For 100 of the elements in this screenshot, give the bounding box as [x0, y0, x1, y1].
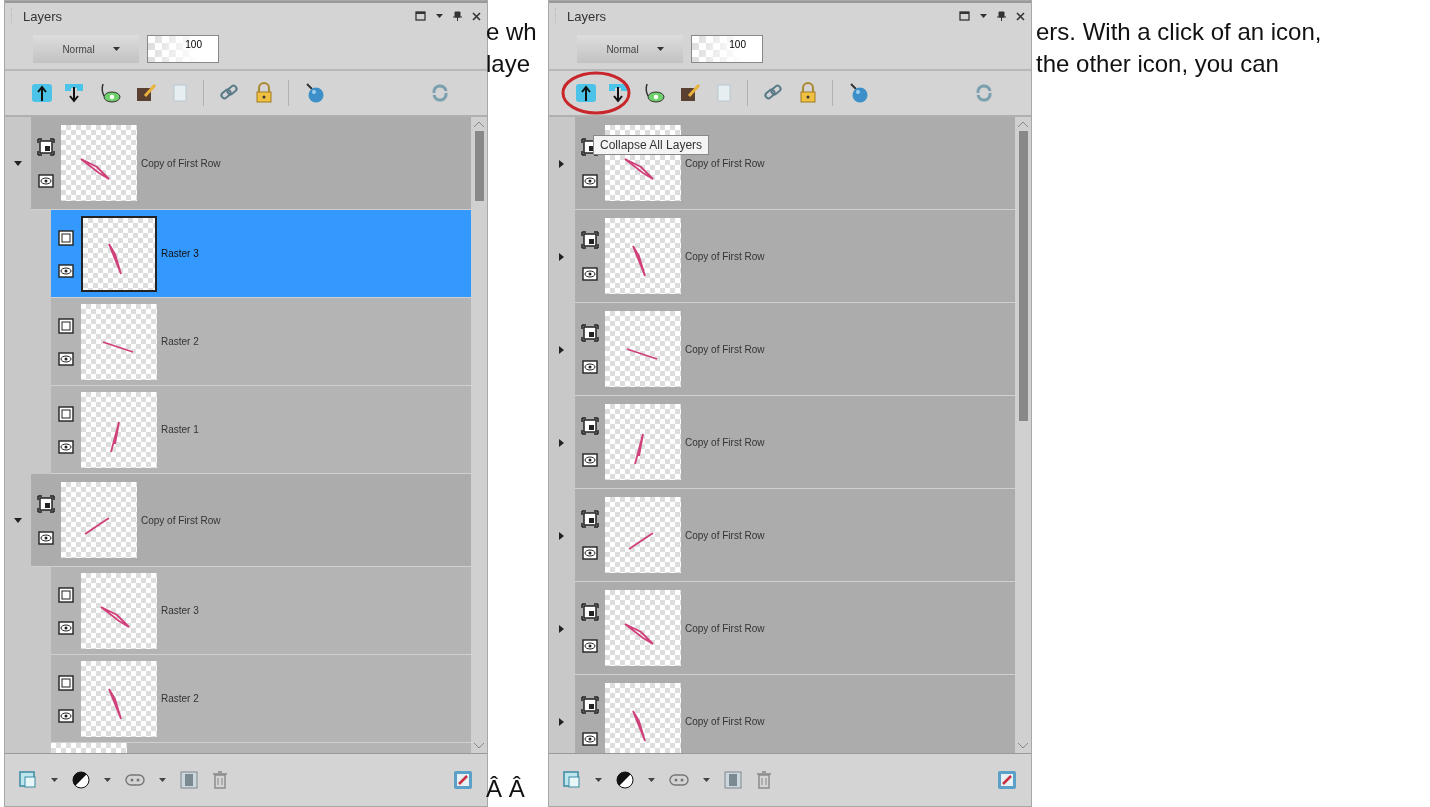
expand-arrow-icon[interactable]	[558, 438, 566, 447]
raster-icon[interactable]	[58, 317, 74, 334]
eye-icon[interactable]	[582, 453, 598, 467]
caret-icon[interactable]	[104, 778, 111, 782]
blend-mode-dropdown[interactable]: Normal	[577, 35, 683, 63]
group-icon[interactable]	[581, 696, 599, 714]
layer-row[interactable]: Copy of First Row	[575, 303, 1015, 396]
eye-icon[interactable]	[582, 639, 598, 653]
opacity-field[interactable]: 100	[691, 35, 763, 63]
brush-icon[interactable]	[679, 82, 701, 104]
tooltip: Collapse All Layers	[593, 135, 710, 155]
body-text: ers. With a click of an icon,	[1036, 18, 1322, 46]
eye-icon[interactable]	[58, 620, 74, 635]
eye-icon[interactable]	[582, 360, 598, 374]
pin-icon[interactable]	[453, 11, 462, 21]
pin-icon[interactable]	[997, 11, 1006, 21]
close-icon[interactable]	[1016, 11, 1025, 21]
eye-icon[interactable]	[582, 546, 598, 560]
caret-icon[interactable]	[648, 778, 655, 782]
panel-title: Layers	[23, 8, 64, 24]
layer-name: Copy of First Row	[685, 622, 765, 634]
scrollbar[interactable]	[471, 117, 487, 753]
caret-icon[interactable]	[595, 778, 602, 782]
caret-icon[interactable]	[112, 47, 120, 51]
ball-icon[interactable]	[303, 82, 325, 104]
caret-icon[interactable]	[436, 13, 443, 19]
layer-row[interactable]: Copy of First Row	[31, 474, 471, 567]
mask-icon[interactable]	[125, 773, 145, 787]
expand-arrow-icon[interactable]	[558, 345, 566, 354]
layer-row[interactable]: Copy of First Row	[31, 117, 471, 210]
eye-icon[interactable]	[38, 174, 54, 188]
scrollbar[interactable]	[1015, 117, 1031, 753]
eye-icon[interactable]	[582, 732, 598, 746]
caret-icon[interactable]	[703, 778, 710, 782]
eye-icon[interactable]	[58, 439, 74, 454]
layer-name: Copy of First Row	[685, 250, 765, 262]
new-layer-icon[interactable]	[19, 771, 37, 789]
mask-icon[interactable]	[669, 773, 689, 787]
group-icon[interactable]	[581, 324, 599, 342]
eye-icon[interactable]	[58, 263, 74, 278]
layer-row[interactable]: Raster 3	[51, 210, 471, 298]
group-icon[interactable]	[581, 603, 599, 621]
caret-icon[interactable]	[656, 47, 664, 51]
blend-mode-dropdown[interactable]: Normal	[33, 35, 139, 63]
collapse-arrow-icon[interactable]	[14, 159, 22, 168]
eye-icon[interactable]	[38, 531, 54, 545]
raster-icon[interactable]	[58, 586, 74, 603]
layer-row[interactable]: Raster 2	[51, 655, 471, 743]
maximize-icon[interactable]	[959, 11, 970, 21]
arrow-up-icon[interactable]	[31, 82, 53, 104]
expand-arrow-icon[interactable]	[558, 159, 566, 168]
layer-name: Copy of First Row	[141, 157, 221, 169]
caret-icon[interactable]	[980, 13, 987, 19]
scroll-thumb[interactable]	[474, 131, 484, 201]
new-layer-icon[interactable]	[563, 771, 581, 789]
edit-icon[interactable]	[997, 770, 1017, 790]
expand-arrow-icon[interactable]	[558, 624, 566, 633]
brush-icon[interactable]	[135, 82, 157, 104]
arrow-down-icon[interactable]	[607, 82, 629, 104]
layer-row[interactable]: Copy of First Row	[575, 210, 1015, 303]
collapse-arrow-icon[interactable]	[14, 516, 22, 525]
layer-row[interactable]: Copy of First Row	[575, 489, 1015, 582]
ball-icon[interactable]	[847, 82, 869, 104]
raster-icon[interactable]	[58, 405, 74, 422]
group-icon[interactable]	[581, 231, 599, 249]
adjustment-icon[interactable]	[616, 771, 634, 789]
caret-icon[interactable]	[51, 778, 58, 782]
scroll-thumb[interactable]	[1018, 131, 1028, 421]
layer-row[interactable]: Copy of First Row	[575, 582, 1015, 675]
close-icon[interactable]	[472, 11, 481, 21]
maximize-icon[interactable]	[415, 11, 426, 21]
group-icon[interactable]	[581, 417, 599, 435]
layer-row[interactable]: Raster 2	[51, 298, 471, 386]
edit-icon[interactable]	[453, 770, 473, 790]
expand-arrow-icon[interactable]	[558, 252, 566, 261]
eye-icon[interactable]	[58, 351, 74, 366]
raster-icon[interactable]	[58, 674, 74, 691]
arrow-up-icon[interactable]	[575, 82, 597, 104]
body-text: Â Â	[486, 775, 526, 803]
layer-name: Raster 3	[161, 605, 199, 616]
opacity-field[interactable]: 100	[147, 35, 219, 63]
eye-icon[interactable]	[582, 267, 598, 281]
group-icon[interactable]	[37, 138, 55, 156]
layer-row[interactable]: Copy of First Row	[575, 675, 1015, 753]
eye-icon[interactable]	[99, 82, 121, 104]
layer-row[interactable]: Raster 3	[51, 567, 471, 655]
layer-row[interactable]: Raster 1	[51, 386, 471, 474]
raster-icon[interactable]	[58, 229, 74, 246]
group-icon[interactable]	[37, 495, 55, 513]
body-text: e wh	[486, 18, 538, 46]
expand-arrow-icon[interactable]	[558, 717, 566, 726]
eye-icon[interactable]	[58, 708, 74, 723]
eye-icon[interactable]	[643, 82, 665, 104]
eye-icon[interactable]	[582, 174, 598, 188]
layer-row[interactable]: Copy of First Row	[575, 396, 1015, 489]
arrow-down-icon[interactable]	[63, 82, 85, 104]
group-icon[interactable]	[581, 510, 599, 528]
expand-arrow-icon[interactable]	[558, 531, 566, 540]
adjustment-icon[interactable]	[72, 771, 90, 789]
caret-icon[interactable]	[159, 778, 166, 782]
